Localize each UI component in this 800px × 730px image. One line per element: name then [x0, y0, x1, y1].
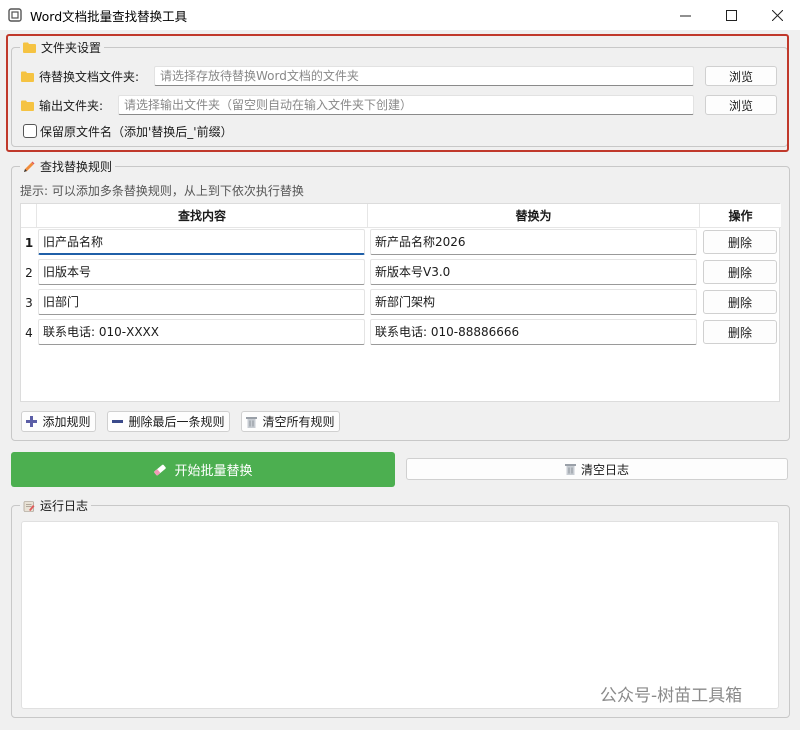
folder-settings-label: 文件夹设置: [41, 41, 102, 55]
folder-icon: [21, 100, 34, 111]
clear-log-label: 清空日志: [580, 462, 629, 477]
remove-last-rule-button[interactable]: 删除最后一条规则: [107, 411, 230, 432]
output-folder-label: 输出文件夹:: [39, 98, 104, 113]
row-number: 4: [25, 326, 33, 340]
start-batch-replace-label: 开始批量替换: [174, 464, 253, 479]
find-input[interactable]: 旧部门: [38, 289, 365, 315]
delete-rule-button[interactable]: 删除: [703, 260, 777, 284]
output-folder-input[interactable]: 请选择输出文件夹（留空则自动在输入文件夹下创建）: [118, 95, 694, 115]
trash-icon: [564, 464, 576, 475]
window-title: Word文档批量查找替换工具: [30, 8, 188, 24]
rules-table: 查找内容 替换为 操作 1 旧产品名称 新产品名称2026 删除 2 旧版本号 …: [20, 203, 781, 402]
replace-column-header[interactable]: 替换为: [368, 204, 700, 228]
row-number-header: [21, 204, 37, 228]
output-folder-row: 输出文件夹:: [21, 95, 103, 115]
source-browse-button[interactable]: 浏览: [705, 66, 777, 86]
folder-icon: [21, 71, 34, 82]
find-column-header[interactable]: 查找内容: [37, 204, 368, 228]
find-input[interactable]: 旧版本号: [38, 259, 365, 285]
find-input[interactable]: 旧产品名称: [38, 229, 365, 255]
log-group-title: 运行日志: [20, 497, 92, 514]
maximize-button[interactable]: [708, 0, 754, 30]
minimize-icon: [679, 15, 691, 16]
source-folder-input[interactable]: 请选择存放待替换Word文档的文件夹: [154, 66, 694, 86]
watermark: 公众号-树苗工具箱: [600, 686, 743, 706]
rules-hint: 提示: 可以添加多条替换规则，从上到下依次执行替换: [20, 184, 304, 198]
close-button[interactable]: [754, 0, 800, 30]
delete-rule-button[interactable]: 删除: [703, 230, 777, 254]
replace-input[interactable]: 联系电话: 010-88886666: [370, 319, 697, 345]
delete-rule-button[interactable]: 删除: [703, 320, 777, 344]
trash-icon: [246, 416, 258, 428]
replace-input[interactable]: 新产品名称2026: [370, 229, 697, 255]
start-batch-replace-button[interactable]: 开始批量替换: [11, 452, 395, 487]
find-input[interactable]: 联系电话: 010-XXXX: [38, 319, 365, 345]
app-icon: [8, 8, 22, 22]
folder-settings-title: 文件夹设置: [20, 39, 105, 56]
row-number: 1: [24, 236, 34, 250]
output-browse-button[interactable]: 浏览: [705, 95, 777, 115]
row-number: 3: [25, 296, 33, 310]
close-icon: [771, 9, 783, 21]
title-bar: Word文档批量查找替换工具: [0, 0, 800, 30]
clear-all-rules-label: 清空所有规则: [262, 415, 335, 429]
minus-icon: [112, 420, 124, 423]
add-rule-label: 添加规则: [42, 415, 91, 429]
source-folder-label: 待替换文档文件夹:: [39, 69, 140, 84]
pencil-icon: [24, 161, 35, 172]
row-number: 2: [25, 266, 33, 280]
maximize-icon: [725, 9, 737, 21]
replace-input[interactable]: 新部门架构: [370, 289, 697, 315]
eraser-icon: [154, 464, 167, 475]
rules-group-label: 查找替换规则: [40, 160, 113, 174]
plus-icon: [26, 416, 38, 427]
clear-all-rules-button[interactable]: 清空所有规则: [241, 411, 340, 432]
keep-name-label[interactable]: 保留原文件名（添加'替换后_'前缀）: [40, 123, 233, 140]
replace-input[interactable]: 新版本号V3.0: [370, 259, 697, 285]
keep-name-row: 保留原文件名（添加'替换后_'前缀）: [23, 122, 233, 140]
add-rule-button[interactable]: 添加规则: [21, 411, 96, 432]
rules-group-title: 查找替换规则: [20, 158, 116, 175]
folder-icon: [23, 42, 36, 53]
action-column-header[interactable]: 操作: [700, 204, 781, 228]
source-folder-row: 待替换文档文件夹:: [21, 66, 139, 86]
delete-rule-button[interactable]: 删除: [703, 290, 777, 314]
remove-last-rule-label: 删除最后一条规则: [128, 415, 225, 429]
notepad-icon: [23, 500, 35, 512]
log-group-label: 运行日志: [40, 499, 89, 513]
minimize-button[interactable]: [662, 0, 708, 30]
clear-log-button[interactable]: 清空日志: [406, 458, 788, 480]
keep-name-checkbox[interactable]: [23, 124, 37, 138]
